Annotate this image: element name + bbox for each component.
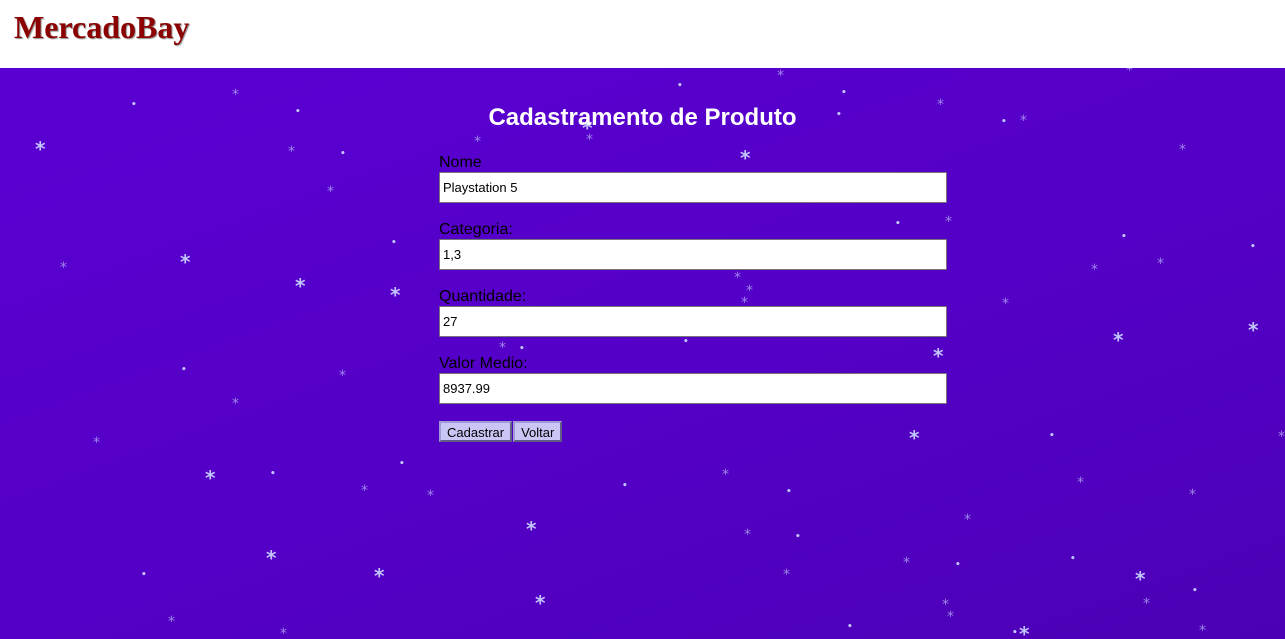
snowflake-icon: *	[1189, 487, 1196, 503]
snowflake-icon: *	[427, 488, 434, 504]
site-logo[interactable]: MercadoBay	[14, 9, 189, 46]
category-input[interactable]	[439, 239, 947, 270]
snowflake-icon: *	[1157, 256, 1164, 272]
snowflake-icon: *	[586, 132, 593, 148]
snowflake-icon: *	[744, 527, 751, 543]
snowflake-icon: *	[1143, 596, 1150, 612]
quantity-input[interactable]	[439, 306, 947, 337]
snowflake-icon: *	[1091, 262, 1098, 278]
submit-button[interactable]: Cadastrar	[439, 421, 513, 442]
snowflake-icon: *	[93, 435, 100, 451]
snowflake-icon: •	[141, 570, 147, 580]
snowflake-icon: •	[841, 88, 847, 98]
snowflake-icon: *	[374, 564, 385, 588]
snowflake-icon: *	[180, 250, 191, 274]
snowflake-icon: *	[266, 546, 277, 570]
snowflake-icon: *	[1248, 318, 1259, 342]
form-actions: Cadastrar Voltar	[439, 421, 947, 442]
snowflake-icon: *	[942, 597, 949, 613]
site-header: MercadoBay	[0, 0, 1285, 68]
snowflake-icon: *	[232, 87, 239, 103]
snowflake-icon: *	[280, 626, 287, 639]
snowflake-icon: *	[783, 567, 790, 583]
snowflake-icon: •	[847, 622, 853, 632]
snowflake-icon: •	[1121, 232, 1127, 242]
snowflake-icon: *	[232, 396, 239, 412]
snowflake-icon: *	[1179, 142, 1186, 158]
snowflake-icon: *	[777, 68, 784, 84]
snowflake-icon: *	[947, 609, 954, 625]
snowflake-icon: •	[622, 481, 628, 491]
snowflake-icon: *	[1113, 328, 1124, 352]
snowflake-icon: •	[955, 560, 961, 570]
snowflake-icon: *	[722, 467, 729, 483]
average-value-input[interactable]	[439, 373, 947, 404]
snowflake-icon: *	[295, 274, 306, 298]
snowflake-icon: •	[1049, 431, 1055, 441]
category-label: Categoria:	[439, 221, 513, 238]
snowflake-icon: *	[1077, 475, 1084, 491]
snowflake-icon: *	[288, 144, 295, 160]
snowflake-icon: *	[1199, 623, 1206, 639]
snowflake-icon: *	[205, 466, 216, 490]
snowflake-icon: •	[270, 469, 276, 479]
page-title: Cadastramento de Produto	[488, 104, 797, 131]
snowflake-icon: •	[181, 365, 187, 375]
snowflake-icon: *	[903, 555, 910, 571]
snowflake-icon: *	[1002, 296, 1009, 312]
snowflake-icon: •	[1012, 628, 1018, 638]
snowflake-icon: *	[535, 591, 546, 615]
name-label: Nome	[439, 154, 482, 171]
snowflake-icon: *	[964, 512, 971, 528]
snowflake-icon: *	[474, 134, 481, 150]
snowflake-icon: •	[1250, 242, 1256, 252]
snowflake-icon: *	[168, 614, 175, 630]
snowflake-icon: •	[1192, 586, 1198, 596]
snowflake-icon: *	[35, 137, 46, 161]
snowflake-icon: •	[795, 532, 801, 542]
snowflake-icon: *	[1126, 68, 1133, 79]
product-form: Nome Categoria: Quantidade: Valor Medio:…	[439, 153, 947, 442]
snowflake-icon: •	[399, 459, 405, 469]
snowflake-icon: *	[1019, 622, 1030, 639]
snowflake-icon: *	[1135, 567, 1146, 591]
name-input[interactable]	[439, 172, 947, 203]
snowflake-icon: •	[786, 487, 792, 497]
average-value-label: Valor Medio:	[439, 355, 528, 372]
snowflake-icon: •	[340, 149, 346, 159]
snowflake-icon: •	[391, 238, 397, 248]
snowflake-icon: •	[677, 81, 683, 91]
snowflake-icon: *	[1278, 429, 1285, 445]
main-content: * • * • * • * * * * • * * • * * * • * • * * * • * * * * • * • • * • * * * * * *…	[0, 68, 1285, 639]
snowflake-icon: •	[1070, 554, 1076, 564]
snowflake-icon: *	[526, 517, 537, 541]
quantity-label: Quantidade:	[439, 288, 527, 305]
snowflake-icon: *	[339, 368, 346, 384]
back-button[interactable]: Voltar	[513, 421, 563, 442]
snowflake-icon: *	[390, 283, 401, 307]
snowflake-icon: *	[327, 184, 334, 200]
snowflake-icon: *	[60, 260, 67, 276]
snowflake-icon: *	[361, 483, 368, 499]
